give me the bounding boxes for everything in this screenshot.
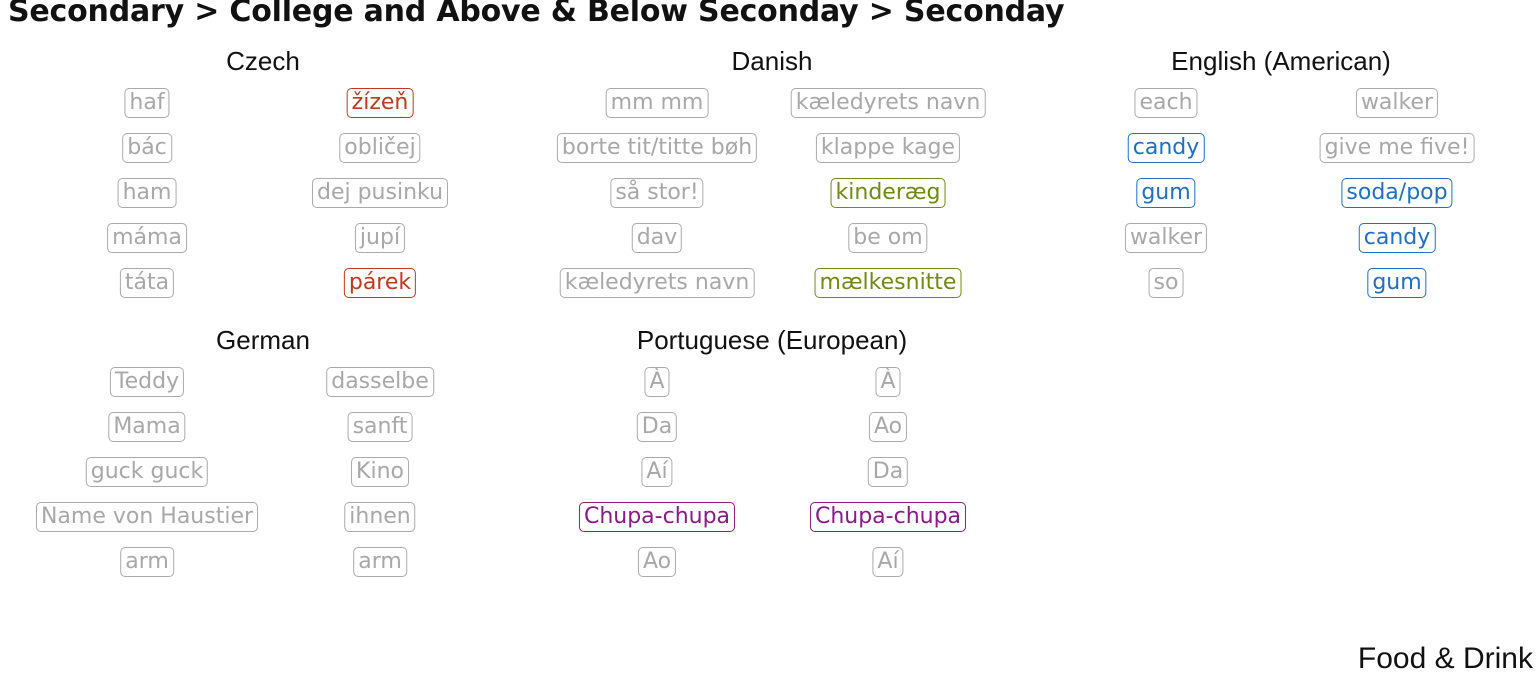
word-label: jupí bbox=[354, 223, 406, 253]
word-label: so bbox=[1148, 268, 1184, 298]
word-label: klappe kage bbox=[815, 133, 961, 163]
word-label: candy bbox=[1358, 223, 1436, 253]
word-label: Ao bbox=[637, 547, 677, 577]
word-label: Da bbox=[867, 457, 909, 487]
word-label: Chupa-chupa bbox=[578, 502, 736, 532]
word-label: gum bbox=[1136, 178, 1196, 208]
word-label: bác bbox=[122, 133, 172, 163]
figure-title: Secondary > College and Above & Below Se… bbox=[8, 0, 1065, 29]
word-label: haf bbox=[124, 88, 170, 118]
word-label: be om bbox=[848, 223, 928, 253]
word-label: kæledyrets navn bbox=[790, 88, 986, 118]
word-label: guck guck bbox=[85, 457, 209, 487]
word-label: Mama bbox=[108, 412, 186, 442]
word-label: kinderæg bbox=[830, 178, 946, 208]
word-label: gum bbox=[1367, 268, 1427, 298]
word-label: Da bbox=[636, 412, 678, 442]
word-label: dasselbe bbox=[326, 367, 434, 397]
word-label: Chupa-chupa bbox=[809, 502, 967, 532]
panel-title: Danish bbox=[731, 46, 813, 76]
word-label: borte tit/titte bøh bbox=[556, 133, 758, 163]
word-label: Teddy bbox=[109, 367, 185, 397]
word-label: sanft bbox=[347, 412, 413, 442]
word-label: walker bbox=[1124, 223, 1208, 253]
footer-label: Food & Drink bbox=[1357, 642, 1533, 675]
word-label: Ao bbox=[868, 412, 908, 442]
word-label: candy bbox=[1127, 133, 1205, 163]
word-label: ihnen bbox=[344, 502, 416, 532]
word-label: arm bbox=[120, 547, 174, 577]
panel-title: Czech bbox=[226, 46, 300, 76]
word-label: À bbox=[875, 367, 901, 397]
word-label: give me five! bbox=[1319, 133, 1475, 163]
word-label: párek bbox=[343, 268, 417, 298]
word-label: obličej bbox=[339, 133, 421, 163]
word-label: Name von Haustier bbox=[35, 502, 259, 532]
word-label: ham bbox=[117, 178, 177, 208]
word-label: Kino bbox=[351, 457, 409, 487]
word-label: Aí bbox=[872, 547, 904, 577]
word-label: dav bbox=[631, 223, 683, 253]
word-label: mælkesnitte bbox=[814, 268, 962, 298]
word-label: Aí bbox=[641, 457, 673, 487]
word-label: arm bbox=[353, 547, 407, 577]
word-label: walker bbox=[1355, 88, 1439, 118]
word-label: máma bbox=[107, 223, 187, 253]
panel-title: English (American) bbox=[1171, 46, 1391, 76]
word-label: kæledyrets navn bbox=[559, 268, 755, 298]
word-label: žízeň bbox=[346, 88, 414, 118]
panel-title: German bbox=[216, 325, 310, 355]
word-label: À bbox=[644, 367, 670, 397]
word-label: soda/pop bbox=[1341, 178, 1453, 208]
word-label: each bbox=[1134, 88, 1198, 118]
word-label: så stor! bbox=[610, 178, 704, 208]
word-label: táta bbox=[119, 268, 175, 298]
word-label: dej pusinku bbox=[311, 178, 449, 208]
word-label: mm mm bbox=[605, 88, 709, 118]
panel-title: Portuguese (European) bbox=[636, 325, 908, 355]
